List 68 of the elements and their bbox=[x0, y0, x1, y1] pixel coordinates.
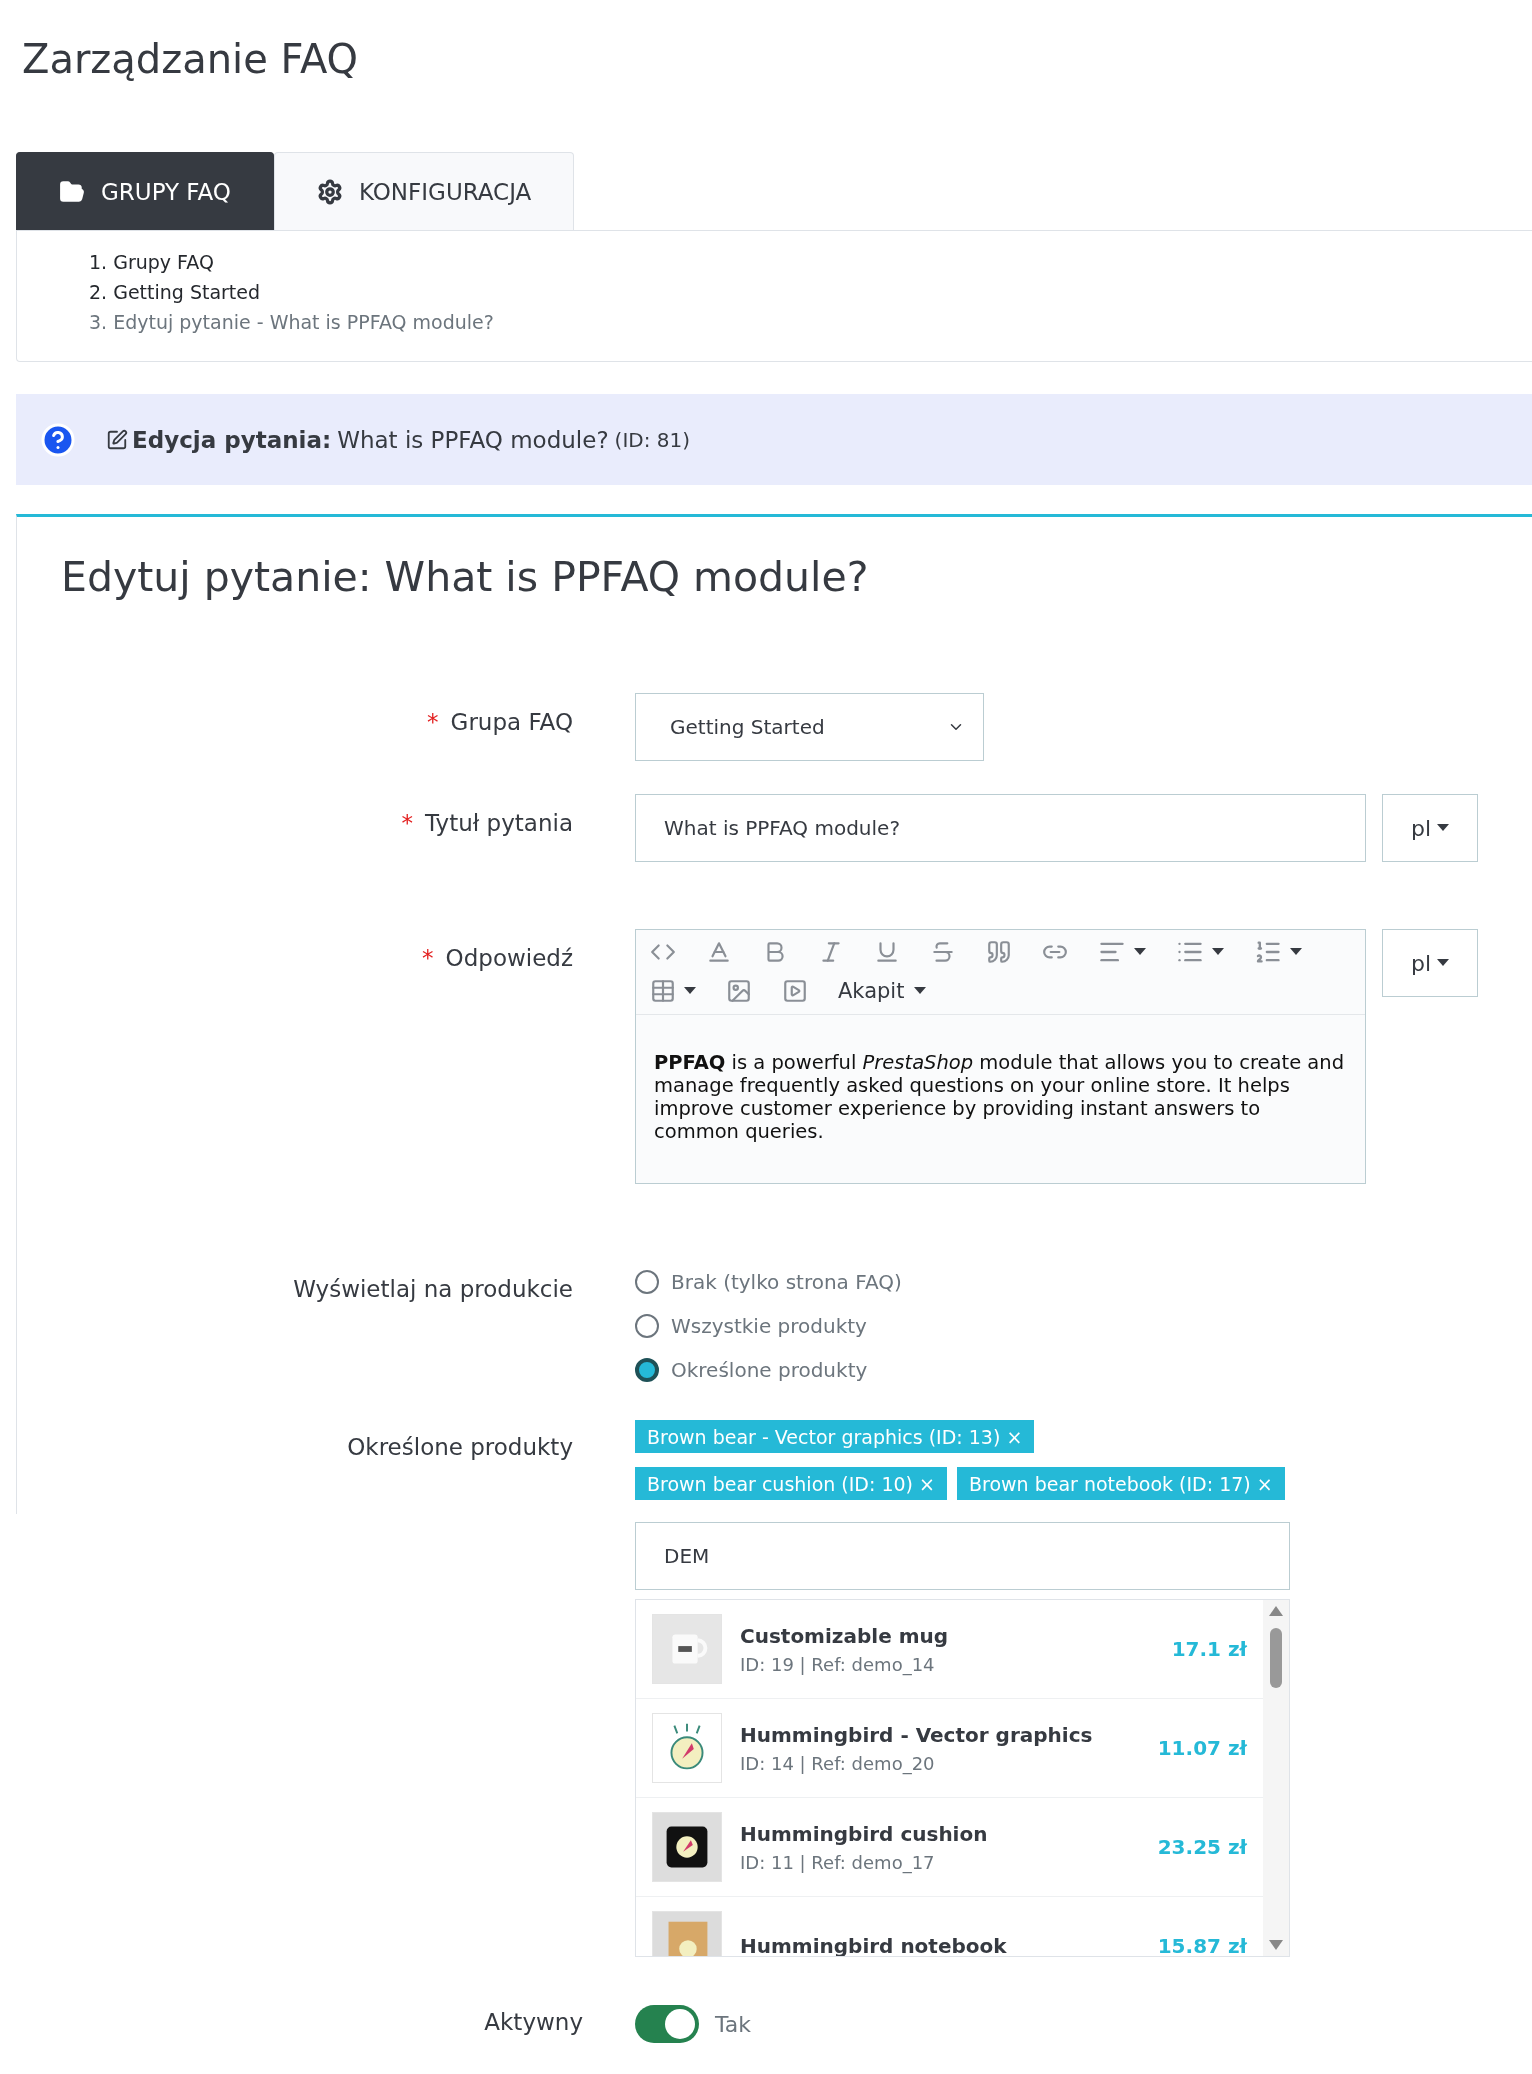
language-button[interactable]: pl bbox=[1382, 929, 1478, 997]
caret-icon bbox=[1290, 948, 1302, 956]
gear-icon bbox=[316, 178, 343, 205]
toolbar-icon[interactable] bbox=[930, 939, 956, 965]
product-meta: ID: 14 | Ref: demo_20 bbox=[740, 1752, 936, 1774]
required-mark: * bbox=[401, 810, 414, 836]
product-price: 15.87 zł bbox=[1157, 1934, 1247, 1956]
search-input[interactable]: DEM bbox=[635, 1522, 1290, 1590]
caret-icon bbox=[684, 987, 696, 995]
title-input[interactable]: What is PPFAQ module? bbox=[635, 794, 1366, 862]
product-price: 23.25 zł bbox=[1157, 1835, 1247, 1859]
breadcrumb-item: 3. Edytuj pytanie - What is PPFAQ module? bbox=[89, 310, 495, 335]
radio-label: Określone produkty bbox=[671, 1358, 868, 1382]
video-icon[interactable] bbox=[782, 978, 808, 1004]
required-mark: * bbox=[422, 945, 434, 971]
rich-text-editor[interactable] bbox=[635, 929, 1366, 1184]
product-name: Hummingbird cushion bbox=[740, 1821, 989, 1846]
required-mark: * bbox=[427, 709, 439, 735]
radio-button[interactable] bbox=[635, 1270, 659, 1294]
toolbar-icon[interactable] bbox=[986, 939, 1012, 965]
field-label: Określone produkty bbox=[347, 1434, 573, 1460]
scroll-down-icon[interactable] bbox=[1269, 1940, 1283, 1950]
field-label: Wyświetlaj na produkcie bbox=[293, 1276, 573, 1302]
toggle-label: Tak bbox=[715, 2011, 752, 2037]
radio-label: Brak (tylko strona FAQ) bbox=[671, 1270, 902, 1294]
product-price: 11.07 zł bbox=[1157, 1736, 1247, 1760]
form-heading: Edytuj pytanie: What is PPFAQ module? bbox=[60, 552, 870, 603]
folder-icon bbox=[59, 178, 85, 205]
group-select[interactable]: Getting Started bbox=[635, 693, 984, 761]
scrollbar[interactable] bbox=[1263, 1600, 1289, 1956]
caret-icon bbox=[1437, 959, 1450, 967]
product-name: Customizable mug bbox=[740, 1623, 950, 1648]
scroll-up-icon[interactable] bbox=[1269, 1606, 1283, 1616]
product-name: Hummingbird - Vector graphics bbox=[740, 1722, 1094, 1747]
caret-icon bbox=[1212, 948, 1224, 956]
field-label: Grupa FAQ bbox=[450, 709, 573, 735]
toggle-switch[interactable] bbox=[635, 2005, 699, 2043]
radio-button[interactable] bbox=[635, 1314, 659, 1338]
tab[interactable]: GRUPY FAQ bbox=[16, 152, 274, 230]
image-icon[interactable] bbox=[726, 978, 752, 1004]
table-icon[interactable] bbox=[650, 978, 676, 1004]
result-item[interactable]: Hummingbird cushion ID: 11 | Ref: demo_17 23.25 zł bbox=[636, 1798, 1263, 1897]
page-title: Zarządzanie FAQ bbox=[21, 35, 360, 84]
caret-icon bbox=[1437, 824, 1450, 832]
breadcrumb-item[interactable]: 2. Getting Started bbox=[89, 277, 1532, 307]
result-item[interactable]: Customizable mug ID: 19 | Ref: demo_14 17.1 zł bbox=[636, 1600, 1263, 1699]
product-meta: ID: 19 | Ref: demo_14 bbox=[740, 1653, 936, 1675]
field-label: Tytuł pytania bbox=[425, 810, 573, 836]
radio-button[interactable] bbox=[635, 1358, 659, 1382]
language-button[interactable]: pl bbox=[1382, 794, 1478, 862]
breadcrumb-item[interactable]: 1. Grupy FAQ bbox=[89, 247, 1532, 277]
answer-text: PPFAQ is a powerful PrestaShop module that allows you to create and manage frequently asked questions on your online store. It helps improve customer experience by providing instant answers to common queries. bbox=[653, 1050, 1346, 1145]
caret-icon bbox=[1134, 948, 1146, 956]
product-meta: ID: 11 | Ref: demo_17 bbox=[740, 1851, 936, 1873]
field-label: Odpowiedź bbox=[445, 945, 573, 971]
caret-icon bbox=[914, 987, 927, 995]
tab[interactable]: KONFIGURACJA bbox=[273, 152, 575, 230]
toolbar-icon[interactable] bbox=[874, 939, 900, 965]
banner-text: Edycja pytania: What is PPFAQ module? (ID: 81) bbox=[132, 426, 691, 453]
edit-icon bbox=[106, 428, 128, 451]
scroll-thumb[interactable] bbox=[1270, 1628, 1282, 1688]
help-icon bbox=[40, 421, 76, 458]
product-price: 17.1 zł bbox=[1171, 1637, 1247, 1661]
radio-label: Wszystkie produkty bbox=[671, 1314, 867, 1338]
format-dropdown[interactable]: Akapit bbox=[838, 979, 927, 1003]
result-item[interactable]: Hummingbird - Vector graphics ID: 14 | Ref: demo_20 11.07 zł bbox=[636, 1699, 1263, 1798]
field-label: Aktywny bbox=[484, 2009, 583, 2035]
toolbar-icon[interactable] bbox=[706, 939, 732, 965]
